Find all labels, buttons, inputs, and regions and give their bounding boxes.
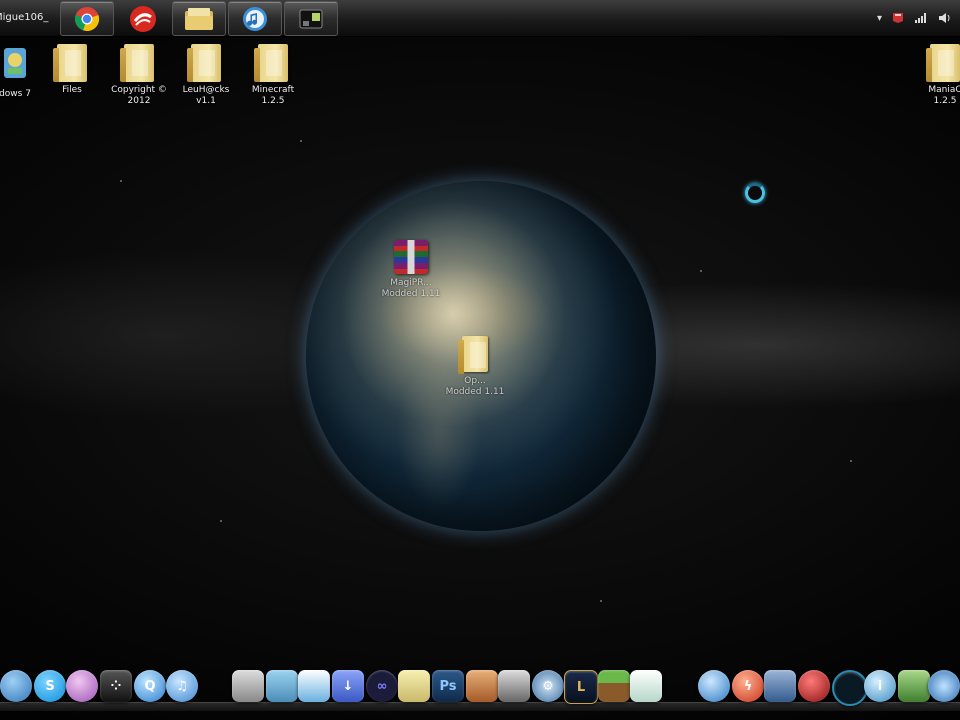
desktop-icon-label: LeuH@cks v1.1: [182, 85, 230, 106]
dock-flash-icon[interactable]: ϟ: [732, 670, 764, 702]
dock-notes-icon[interactable]: [398, 670, 430, 702]
signal-icon[interactable]: [914, 12, 928, 24]
dock-reel-icon[interactable]: [928, 670, 960, 702]
folder-icon: [120, 44, 154, 82]
taskbar-button-chrome[interactable]: [60, 1, 114, 36]
star: [300, 140, 302, 142]
desktop-icon-label: ManiaC 1.2.5: [928, 85, 960, 106]
dock-settings-icon[interactable]: ⚙: [532, 670, 564, 702]
taskbar-button-explorer[interactable]: [172, 1, 226, 36]
folder-icon: [254, 44, 288, 82]
dock-terminal-icon[interactable]: [498, 670, 530, 702]
dock-gallery-icon[interactable]: [298, 670, 330, 702]
dock-virtualbox-icon[interactable]: [764, 670, 796, 702]
dock-download-icon[interactable]: ↓: [332, 670, 364, 702]
dock-quicktime-icon[interactable]: Q: [134, 670, 166, 702]
dock-camera-icon[interactable]: [232, 670, 264, 702]
dock-shelf: [0, 702, 960, 711]
itunes-icon: [243, 6, 267, 31]
chrome-icon: [74, 6, 100, 31]
show-hidden-icons-arrow[interactable]: ▾: [877, 13, 882, 24]
dock-photos-icon[interactable]: [266, 670, 298, 702]
taskbar-button-itunes[interactable]: [228, 1, 282, 36]
security-flag-icon[interactable]: [892, 12, 904, 24]
folder-icon: [926, 44, 960, 82]
taskbar-button-media-app[interactable]: [284, 1, 338, 36]
volume-icon[interactable]: [938, 12, 952, 24]
star: [850, 460, 852, 462]
star: [220, 520, 222, 522]
dock-league-icon[interactable]: L: [564, 670, 598, 704]
dock-minecraft-icon[interactable]: [598, 670, 630, 702]
dock-info-icon[interactable]: i: [864, 670, 896, 702]
desktop-icon-label: Files: [62, 85, 82, 95]
dock-itunes-icon[interactable]: ♫: [166, 670, 198, 702]
star: [700, 270, 702, 272]
media-app-icon: [299, 9, 323, 28]
dock-window-icon[interactable]: [630, 670, 662, 702]
app-shortcut-icon: [4, 48, 26, 78]
dock-skype-icon[interactable]: S: [34, 670, 66, 702]
folder-icon: [187, 44, 221, 82]
folder-icon: [458, 336, 488, 374]
desktop-icon-label: Minecraft 1.2.5: [251, 85, 295, 106]
desktop-icon-winrar-archive[interactable]: MagiPR... Modded 1.11: [371, 240, 451, 300]
dock-blackberry-icon[interactable]: ⁘: [100, 670, 132, 702]
folder-icon: [53, 44, 87, 82]
taskbar: Migue106_: [0, 0, 960, 37]
loading-cursor-icon: [745, 183, 765, 203]
desktop-icon-label: Copyright © 2012: [111, 85, 167, 106]
desktop-icon-maniac[interactable]: ManiaC 1.2.5: [910, 44, 960, 107]
desktop-icon-files[interactable]: Files: [37, 44, 107, 96]
taskbar-button-trend-micro[interactable]: [116, 1, 170, 36]
desktop-icon-modded-folder[interactable]: Op... Modded 1.11: [435, 336, 515, 398]
dock-infinity-icon[interactable]: ∞: [366, 670, 398, 702]
desktop-icon-leuhacks[interactable]: LeuH@cks v1.1: [171, 44, 241, 107]
dock-photoshop-icon[interactable]: Ps: [432, 670, 464, 702]
desktop-icon-label: MagiPR... Modded 1.11: [381, 278, 441, 299]
system-tray: ▾: [877, 0, 952, 36]
star: [120, 180, 122, 182]
dock-map-icon[interactable]: [898, 670, 930, 702]
star: [600, 600, 602, 602]
dock-recycle-icon[interactable]: [698, 670, 730, 702]
dock-mascot-icon[interactable]: [798, 670, 830, 702]
dock-windows-icon[interactable]: [0, 670, 32, 702]
windows-explorer-icon: [185, 7, 213, 30]
desktop-icon-minecraft[interactable]: Minecraft 1.2.5: [238, 44, 308, 107]
desktop-icon-label: Op... Modded 1.11: [445, 376, 505, 397]
dock-paint-icon[interactable]: [466, 670, 498, 702]
winrar-archive-icon: [394, 240, 428, 274]
dock-messenger-icon[interactable]: [66, 670, 98, 702]
desktop-icon-copyright[interactable]: Copyright © 2012: [104, 44, 174, 107]
dock-loading-icon[interactable]: [832, 670, 868, 706]
taskbar-window-title[interactable]: Migue106_: [0, 0, 58, 36]
trend-micro-icon: [130, 5, 156, 32]
